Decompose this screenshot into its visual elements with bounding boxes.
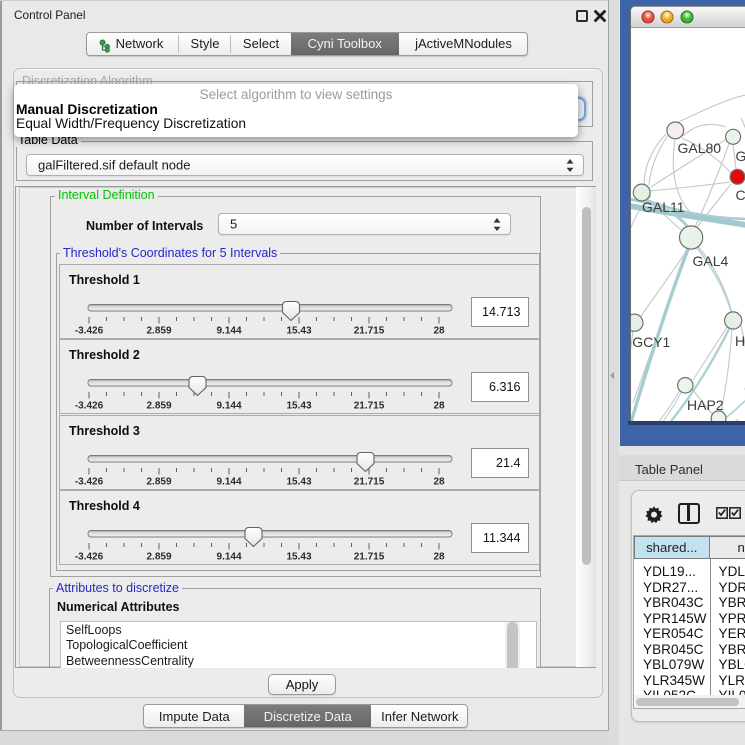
svg-text:C: C — [735, 187, 745, 203]
svg-text:9.144: 9.144 — [216, 476, 241, 487]
svg-text:21.715: 21.715 — [354, 476, 385, 487]
svg-text:28: 28 — [433, 551, 445, 562]
svg-text:H: H — [735, 333, 745, 349]
svg-text:-3.426: -3.426 — [75, 326, 104, 337]
svg-text:2.859: 2.859 — [146, 401, 171, 412]
svg-text:HAP2: HAP2 — [687, 397, 724, 413]
svg-text:GAL11: GAL11 — [642, 199, 685, 215]
svg-text:9.144: 9.144 — [216, 326, 241, 337]
svg-text:GAL80: GAL80 — [677, 140, 721, 156]
svg-text:-3.426: -3.426 — [75, 476, 104, 487]
svg-text:GAL4: GAL4 — [692, 253, 728, 269]
svg-text:21.715: 21.715 — [354, 326, 385, 337]
svg-text:9.144: 9.144 — [216, 401, 241, 412]
svg-text:-3.426: -3.426 — [75, 401, 104, 412]
svg-text:28: 28 — [433, 401, 445, 412]
svg-text:21.715: 21.715 — [354, 551, 385, 562]
svg-text:28: 28 — [433, 326, 445, 337]
svg-text:15.43: 15.43 — [286, 476, 311, 487]
svg-text:21.715: 21.715 — [354, 401, 385, 412]
svg-text:15.43: 15.43 — [286, 551, 311, 562]
svg-text:GCY1: GCY1 — [632, 334, 670, 350]
svg-text:15.43: 15.43 — [286, 401, 311, 412]
svg-text:2.859: 2.859 — [146, 326, 171, 337]
svg-text:2.859: 2.859 — [146, 551, 171, 562]
svg-text:9.144: 9.144 — [216, 551, 241, 562]
svg-text:-3.426: -3.426 — [75, 551, 104, 562]
svg-text:GA: GA — [735, 148, 745, 164]
svg-text:2.859: 2.859 — [146, 476, 171, 487]
svg-text:28: 28 — [433, 476, 445, 487]
svg-text:15.43: 15.43 — [286, 326, 311, 337]
